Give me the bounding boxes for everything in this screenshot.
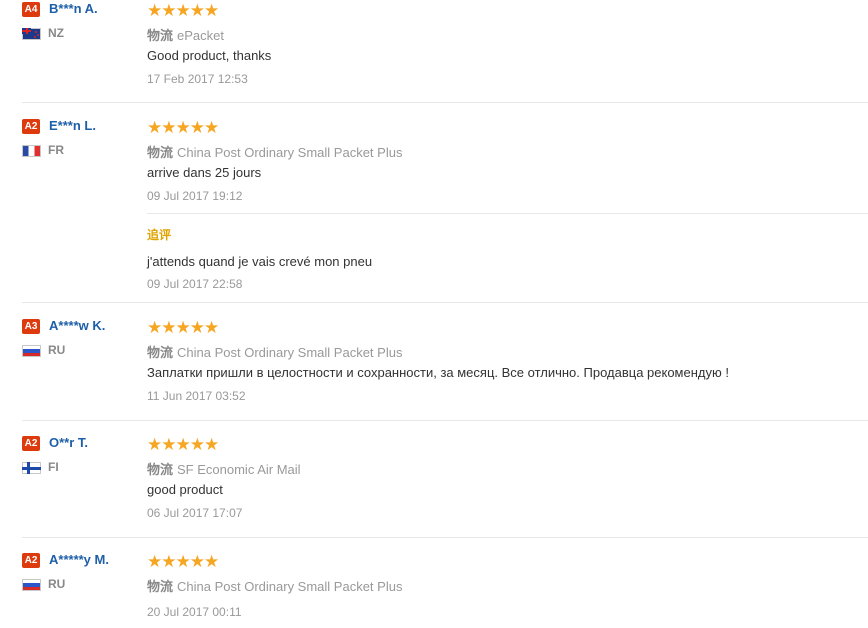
followup-date: 09 Jul 2017 22:58 xyxy=(147,277,243,291)
review-date: 20 Jul 2017 00:11 xyxy=(147,605,242,619)
followup-divider xyxy=(147,213,868,214)
reviewer-country: RU xyxy=(48,577,66,591)
shipping-info: 物流 China Post Ordinary Small Packet Plus xyxy=(147,576,402,595)
star-rating: ★★★★★ xyxy=(147,318,219,337)
feedback-text: Good product, thanks xyxy=(147,48,272,63)
reviewer-country: FI xyxy=(48,460,59,474)
shipping-label: 物流 xyxy=(147,579,174,594)
flag-ru-icon xyxy=(22,579,41,591)
star-rating: ★★★★★ xyxy=(147,552,219,571)
shipping-label: 物流 xyxy=(147,345,174,360)
reviewer-name[interactable]: E***n L. xyxy=(49,118,96,133)
reviewer-country: NZ xyxy=(48,26,64,40)
shipping-info: 物流 ePacket xyxy=(147,25,224,44)
buyer-level-badge: A2 xyxy=(22,119,40,134)
flag-ru-icon xyxy=(22,345,41,357)
feedback-text: good product xyxy=(147,482,223,497)
review-date: 11 Jun 2017 03:52 xyxy=(147,389,246,403)
buyer-level-badge: A4 xyxy=(22,2,40,17)
followup-label: 追评 xyxy=(147,228,172,242)
shipping-info: 物流 SF Economic Air Mail xyxy=(147,459,301,478)
review-item: A3 A****w K. RU ★★★★★ 物流 China Post Ordin… xyxy=(0,303,868,421)
buyer-level-badge: A2 xyxy=(22,553,40,568)
reviewer-name[interactable]: A****w K. xyxy=(49,318,105,333)
followup-feedback-text: j'attends quand je vais crevé mon pneu xyxy=(147,254,373,269)
shipping-label: 物流 xyxy=(147,145,174,160)
flag-nz-icon xyxy=(22,28,41,40)
review-item: A2 E***n L. FR ★★★★★ 物流 China Post Ordina… xyxy=(0,103,868,303)
shipping-method: ePacket xyxy=(177,28,224,43)
shipping-label: 物流 xyxy=(147,28,174,43)
reviewer-name[interactable]: A*****y M. xyxy=(49,552,109,567)
flag-fi-icon xyxy=(22,462,41,474)
shipping-method: China Post Ordinary Small Packet Plus xyxy=(177,345,403,360)
buyer-level-badge: A3 xyxy=(22,319,40,334)
flag-fr-icon xyxy=(22,145,41,157)
review-date: 09 Jul 2017 19:12 xyxy=(147,189,243,203)
shipping-info: 物流 China Post Ordinary Small Packet Plus xyxy=(147,142,402,161)
feedback-text: Заплатки пришли в целостности и сохранно… xyxy=(147,365,729,380)
reviewer-name[interactable]: B***n A. xyxy=(49,1,98,16)
review-date: 06 Jul 2017 17:07 xyxy=(147,506,243,520)
review-item: A4 B***n A. NZ ★★★★★ 物流 ePacket Good prod… xyxy=(0,0,868,103)
shipping-method: China Post Ordinary Small Packet Plus xyxy=(177,579,403,594)
star-rating: ★★★★★ xyxy=(147,435,219,454)
review-date: 17 Feb 2017 12:53 xyxy=(147,72,248,86)
reviewer-country: FR xyxy=(48,143,64,157)
star-rating: ★★★★★ xyxy=(147,1,219,20)
buyer-level-badge: A2 xyxy=(22,436,40,451)
review-item: A2 A*****y M. RU ★★★★★ 物流 China Post Ordi… xyxy=(0,537,868,628)
shipping-method: China Post Ordinary Small Packet Plus xyxy=(177,145,403,160)
star-rating: ★★★★★ xyxy=(147,118,219,137)
reviewer-country: RU xyxy=(48,343,66,357)
review-item: A2 O**r T. FI ★★★★★ 物流 SF Economic Air Ma… xyxy=(0,420,868,538)
shipping-label: 物流 xyxy=(147,462,174,477)
reviewer-name[interactable]: O**r T. xyxy=(49,435,88,450)
feedback-text: arrive dans 25 jours xyxy=(147,165,262,180)
reviews-list: A4 B***n A. NZ ★★★★★ 物流 ePacket Good prod… xyxy=(0,0,868,628)
shipping-info: 物流 China Post Ordinary Small Packet Plus xyxy=(147,342,402,361)
shipping-method: SF Economic Air Mail xyxy=(177,462,301,477)
